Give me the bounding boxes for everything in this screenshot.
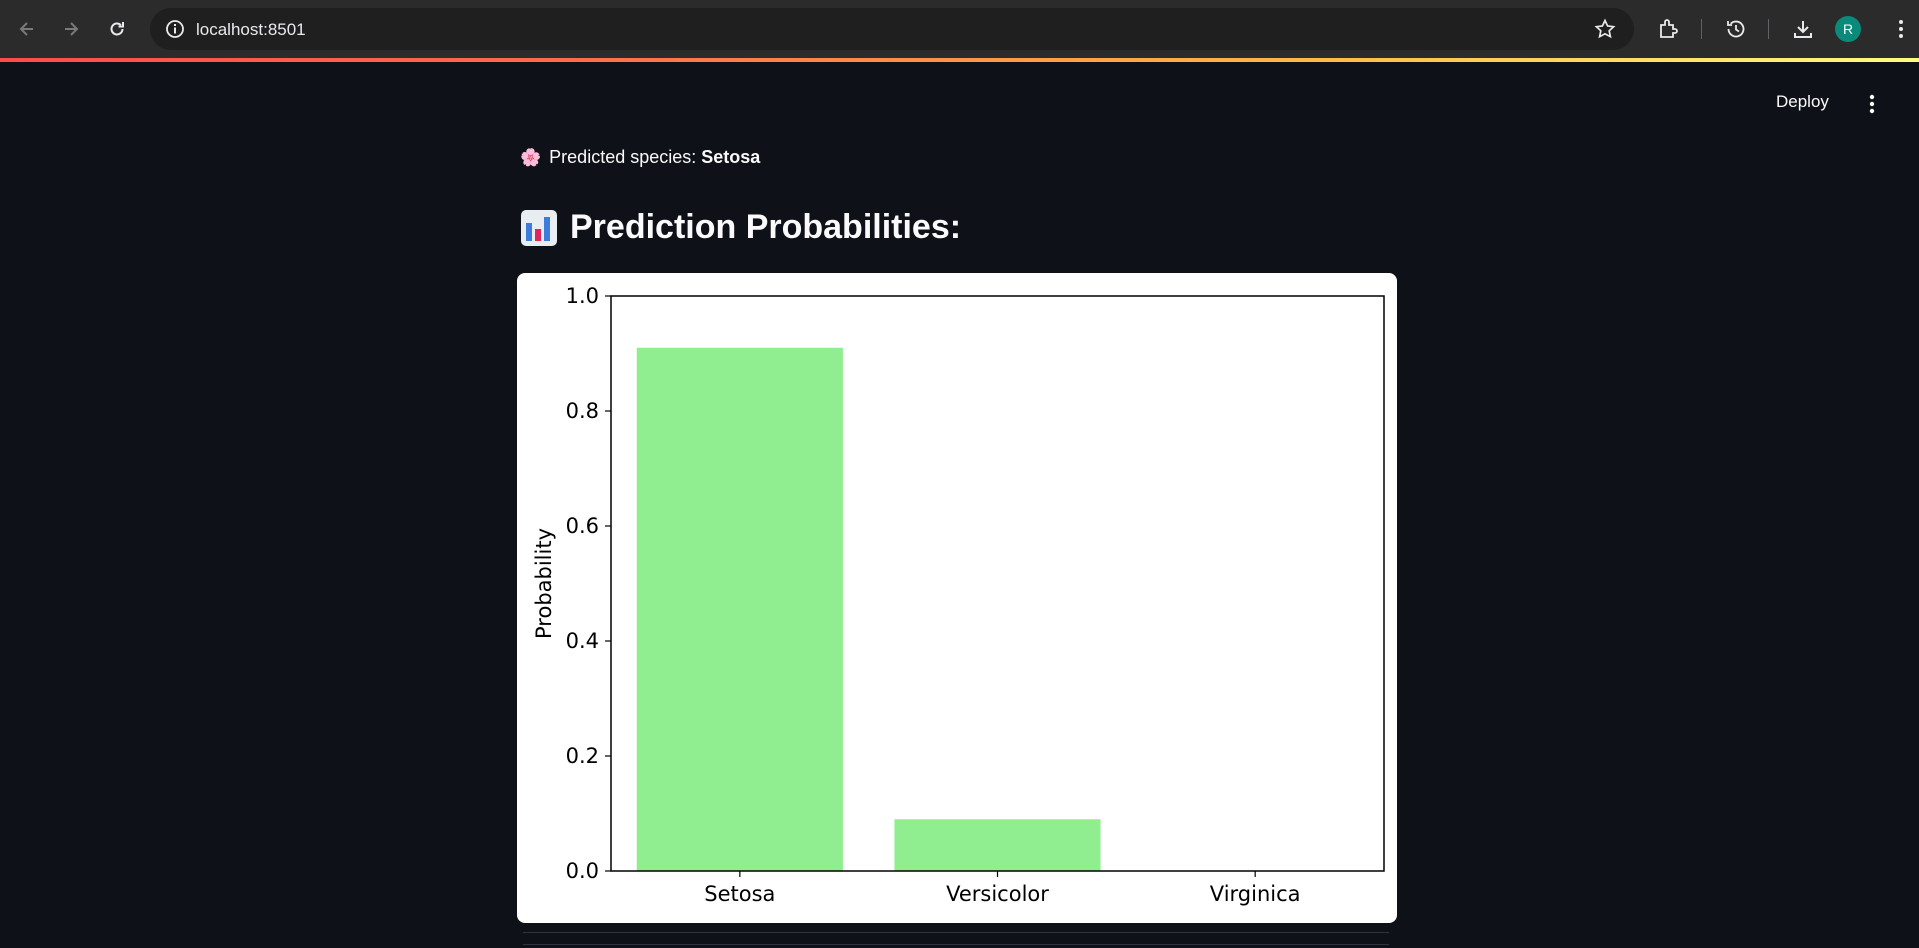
probability-bar-chart: 0.0 0.2 0.4 0.6 0.8 1.0 Setosa Versicolor Virgi… (532, 284, 1385, 906)
browser-menu-icon[interactable] (1888, 16, 1914, 42)
x-tick-label: Setosa (704, 882, 775, 906)
y-tick-label: 1.0 (566, 284, 599, 308)
y-axis-label: Probability (532, 528, 556, 639)
prediction-value: Setosa (701, 147, 761, 167)
deploy-button[interactable]: Deploy (1776, 92, 1829, 112)
browser-toolbar: localhost:8501 R (0, 0, 1919, 58)
bar-versicolor (894, 819, 1101, 871)
forward-icon[interactable] (56, 14, 86, 44)
extensions-icon[interactable] (1656, 16, 1682, 42)
page-heading: Prediction Probabilities: (520, 208, 961, 247)
prediction-prefix: Predicted species: (549, 147, 697, 167)
bookmark-star-icon[interactable] (1594, 18, 1616, 40)
y-tick-label: 0.4 (566, 629, 599, 653)
x-tick-label: Versicolor (946, 882, 1049, 906)
chart-container: 0.0 0.2 0.4 0.6 0.8 1.0 Setosa Versicolor Virgi… (517, 273, 1397, 923)
reload-icon[interactable] (102, 14, 132, 44)
bar-setosa (636, 347, 843, 871)
kebab-menu-icon[interactable] (1862, 93, 1882, 115)
prediction-text: 🌸 Predicted species: Setosa (520, 147, 760, 168)
divider (523, 932, 1389, 933)
flower-emoji: 🌸 (520, 147, 542, 167)
url-text[interactable]: localhost:8501 (196, 20, 306, 40)
profile-avatar[interactable]: R (1835, 16, 1861, 42)
toolbar-divider (1768, 19, 1769, 39)
history-icon[interactable] (1723, 16, 1749, 42)
divider (523, 944, 1389, 945)
y-tick-label: 0.0 (566, 859, 599, 883)
bar-chart-icon (521, 209, 557, 246)
toolbar-divider (1701, 19, 1702, 39)
heading-text: Prediction Probabilities: (570, 208, 962, 246)
y-tick-label: 0.2 (566, 744, 599, 768)
back-icon[interactable] (12, 14, 42, 44)
x-tick-label: Virginica (1210, 882, 1301, 906)
y-tick-label: 0.8 (566, 399, 599, 423)
streamlit-decoration-bar (0, 58, 1919, 62)
address-bar[interactable]: localhost:8501 (150, 8, 1634, 50)
y-tick-label: 0.6 (566, 514, 599, 538)
download-icon[interactable] (1790, 16, 1816, 42)
site-info-icon[interactable] (164, 18, 186, 40)
